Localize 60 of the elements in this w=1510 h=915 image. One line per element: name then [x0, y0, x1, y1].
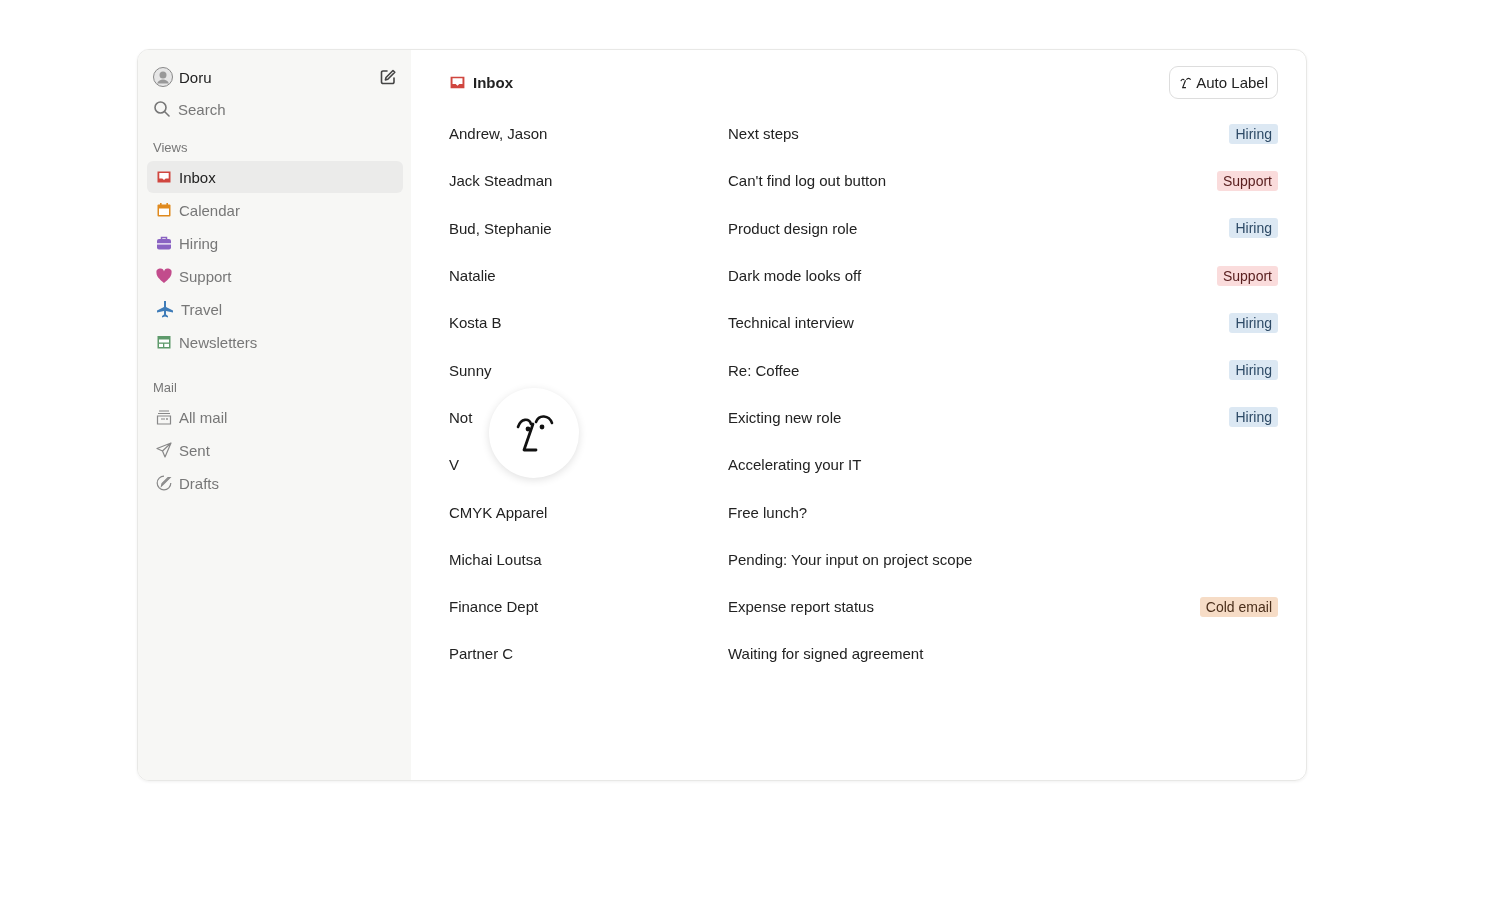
- email-subject[interactable]: Expense report status: [728, 598, 1200, 616]
- label-tag: Support: [1216, 170, 1278, 191]
- avatar-icon[interactable]: [153, 67, 173, 87]
- label-tag: Hiring: [1229, 312, 1278, 333]
- label-tag: Hiring: [1229, 123, 1278, 144]
- email-subject[interactable]: Can't find log out button: [728, 172, 1217, 190]
- tray-icon: [156, 169, 172, 185]
- calendar-icon: [156, 202, 172, 218]
- sparkle-glyph-icon: [1179, 75, 1193, 89]
- label-tag: Support: [1216, 265, 1278, 286]
- send-icon: [156, 442, 172, 458]
- email-subject[interactable]: Free lunch?: [728, 503, 1278, 521]
- search-item[interactable]: Search: [147, 100, 403, 118]
- search-icon: [153, 100, 171, 118]
- briefcase-icon: [156, 235, 172, 251]
- sender-name[interactable]: Kosta B: [449, 314, 728, 332]
- sidebar-item[interactable]: Travel: [147, 293, 403, 325]
- sender-name[interactable]: Michai Loutsa: [449, 550, 728, 568]
- sender-name[interactable]: Jack Steadman: [449, 172, 728, 190]
- sender-name[interactable]: Partner C: [449, 645, 728, 663]
- label-tag: Hiring: [1229, 218, 1278, 239]
- sender-name[interactable]: Finance Dept: [449, 598, 728, 616]
- auto-label-button[interactable]: Auto Label: [1169, 65, 1278, 99]
- sidebar-item[interactable]: Sent: [147, 434, 403, 466]
- user-name[interactable]: Doru: [179, 68, 373, 86]
- airplane-icon: [156, 300, 174, 318]
- sidebar-item[interactable]: Calendar: [147, 194, 403, 226]
- label-tag: Hiring: [1229, 360, 1278, 381]
- sender-name[interactable]: V: [449, 456, 728, 474]
- sidebar-item[interactable]: Inbox: [147, 161, 403, 193]
- sidebar-item[interactable]: Newsletters: [147, 326, 403, 358]
- sender-name[interactable]: CMYK Apparel: [449, 503, 728, 521]
- section-heading: Views: [152, 140, 189, 155]
- email-subject[interactable]: Next steps: [728, 125, 1230, 143]
- sidebar-item[interactable]: All mail: [147, 401, 403, 433]
- page-title: Inbox: [473, 73, 514, 91]
- email-subject[interactable]: Exicting new role: [728, 408, 1230, 426]
- email-subject[interactable]: Pending: Your input on project scope: [728, 550, 1278, 568]
- email-subject[interactable]: Re: Coffee: [728, 361, 1230, 379]
- sender-name[interactable]: Not: [449, 408, 728, 426]
- email-subject[interactable]: Waiting for signed agreement: [728, 645, 1278, 663]
- label-tag: Cold email: [1199, 596, 1278, 617]
- pencil-circle-icon: [156, 475, 172, 491]
- label-tag: Hiring: [1229, 407, 1278, 428]
- compose-icon[interactable]: [379, 68, 397, 86]
- sidebar-item[interactable]: Hiring: [147, 227, 403, 259]
- sender-name[interactable]: Sunny: [449, 361, 728, 379]
- sender-name[interactable]: Bud, Stephanie: [449, 219, 728, 237]
- sender-name[interactable]: Andrew, Jason: [449, 125, 728, 143]
- table-icon: [156, 334, 172, 350]
- heart-icon: [156, 268, 172, 284]
- sidebar-item[interactable]: Drafts: [147, 467, 403, 499]
- section-heading: Mail: [152, 380, 178, 395]
- archive-icon: [156, 409, 172, 425]
- sender-name[interactable]: Natalie: [449, 267, 728, 285]
- email-subject[interactable]: Technical interview: [728, 314, 1230, 332]
- email-subject[interactable]: Product design role: [728, 219, 1230, 237]
- sidebar-item[interactable]: Support: [147, 260, 403, 292]
- email-subject[interactable]: Dark mode looks off: [728, 267, 1217, 285]
- email-subject[interactable]: Accelerating your IT: [728, 456, 1278, 474]
